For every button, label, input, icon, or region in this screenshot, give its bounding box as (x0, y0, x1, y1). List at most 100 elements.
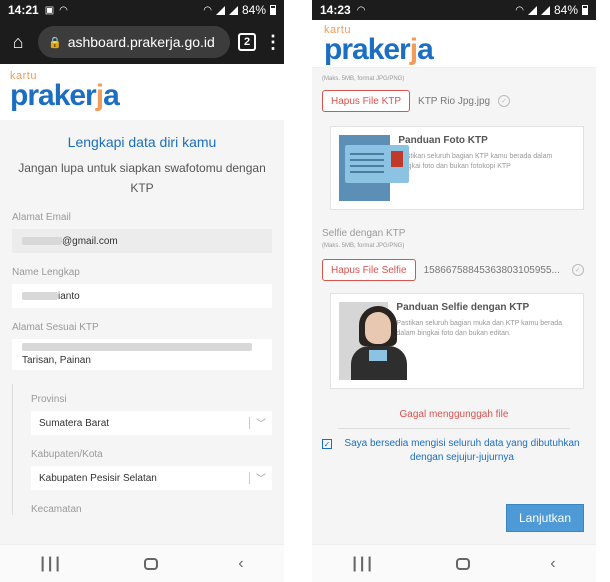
chevron-down-icon: ﹀ (256, 474, 266, 485)
battery-percent: 84% (553, 3, 578, 17)
redacted-text (22, 292, 58, 300)
province-select[interactable]: Sumatera Barat ﹀ (31, 411, 272, 435)
province-value: Sumatera Barat (39, 417, 110, 429)
logo-brand-j: j (95, 79, 104, 112)
selfie-guide-body: Panduan Selfie dengan KTP Pastikan selur… (396, 302, 575, 380)
cell-signal-icon (215, 5, 225, 15)
logo-header: kartu prakerja (312, 20, 596, 68)
selfie-size-note: (Maks. 5MB, format JPG/PNG) (322, 243, 405, 249)
personal-data-form: Lengkapi data diri kamu Jangan lupa untu… (0, 120, 284, 544)
agreement-text: Saya bersedia mengisi seluruh data yang … (344, 438, 580, 463)
email-value: @gmail.com (62, 235, 118, 247)
logo-brand: prakerja (324, 33, 584, 66)
logo-brand-b: ker (367, 33, 411, 66)
selfie-guide-title: Panduan Selfie dengan KTP (396, 302, 530, 313)
delete-selfie-file-button[interactable]: Hapus File Selfie (322, 259, 416, 281)
ktp-size-note: (Maks. 5MB, format JPG/PNG) (322, 76, 405, 82)
ktp-guide-body: Panduan Foto KTP Pastikan seluruh bagian… (398, 135, 575, 201)
select-separator (249, 417, 250, 429)
page-content: kartu prakerja Lengkapi data diri kamu J… (0, 64, 284, 544)
status-bar: 14:21 ▣ ◠ ◠ 84% (0, 0, 284, 20)
ktp-sample-image (339, 135, 409, 201)
province-label: Provinsi (31, 394, 67, 405)
selfie-ktp-card (369, 350, 387, 361)
lock-icon: 🔒 (48, 36, 62, 49)
status-right: ◠ 84% (203, 0, 276, 20)
ktp-photo (391, 151, 403, 167)
android-nav-bar: ||| ‹ (312, 544, 596, 582)
wifi-icon: ◠ (356, 4, 366, 16)
status-time: 14:23 (320, 3, 351, 17)
prakerja-logo: kartu prakerja (10, 70, 274, 112)
regency-label: Kabupaten/Kota (31, 449, 103, 460)
cell-signal-2-icon (228, 5, 238, 15)
battery-icon (270, 5, 276, 15)
logo-brand-a: pra (324, 33, 369, 66)
wifi-signal-icon: ◠ (203, 4, 212, 16)
district-label: Kecamatan (31, 504, 82, 515)
name-field[interactable]: ianto (12, 284, 272, 308)
selfie-guide-text: Pastikan seluruh bagian muka dan KTP kam… (396, 320, 563, 337)
recent-apps-icon[interactable]: ||| (352, 555, 374, 573)
check-icon: ✓ (571, 264, 584, 276)
wifi-signal-icon: ◠ (515, 4, 524, 16)
battery-percent: 84% (241, 3, 266, 17)
ktp-line (350, 153, 384, 155)
agreement-row: ✓ Saya bersedia mengisi seluruh data yan… (322, 437, 584, 465)
recent-apps-icon[interactable]: ||| (40, 555, 62, 573)
selfie-sample-image (339, 302, 407, 380)
home-button-icon[interactable] (455, 557, 470, 570)
logo-brand: prakerja (10, 79, 274, 112)
address-field[interactable]: Tarisan, Painan (12, 339, 272, 370)
email-field[interactable]: @gmail.com (12, 229, 272, 253)
more-menu-icon[interactable]: ⋮ (264, 32, 282, 53)
delete-ktp-file-button[interactable]: Hapus File KTP (322, 90, 411, 112)
home-button-icon[interactable] (143, 557, 158, 570)
ktp-file-row: Hapus File KTP KTP Rio Jpg.jpg ✓ (322, 90, 586, 112)
cell-signal-icon (527, 5, 537, 15)
chevron-down-icon: ﹀ (256, 419, 266, 430)
home-icon[interactable]: ⌂ (6, 32, 30, 53)
name-label: Name Lengkap (12, 267, 80, 278)
wifi-icon: ◠ (59, 4, 68, 16)
divider (338, 428, 570, 429)
back-icon[interactable]: ‹ (238, 555, 243, 573)
selfie-file-row: Hapus File Selfie 1586675884536380310595… (322, 259, 586, 281)
gallery-icon: ▣ (44, 4, 55, 16)
status-right: ◠ 84% (515, 0, 588, 20)
regency-select[interactable]: Kabupaten Pesisir Selatan ﹀ (31, 466, 272, 490)
notification-icons: ◠ (357, 5, 366, 16)
selfie-label: Selfie dengan KTP (322, 228, 406, 239)
name-value: ianto (58, 290, 80, 302)
redacted-text (22, 343, 252, 351)
ktp-line (350, 159, 384, 161)
address-label: Alamat Sesuai KTP (12, 322, 99, 333)
selfie-guide-card: Panduan Selfie dengan KTP Pastikan selur… (330, 293, 584, 389)
email-label: Alamat Email (12, 212, 71, 223)
logo-brand-b: ker (53, 79, 97, 112)
ktp-line (350, 165, 384, 167)
address-bar[interactable]: 🔒 ashboard.prakerja.go.id (38, 26, 230, 58)
regency-value: Kabupaten Pesisir Selatan (39, 472, 157, 484)
upload-section: (Maks. 5MB, format JPG/PNG) Hapus File K… (312, 68, 596, 544)
tab-switcher-button[interactable]: 2 (238, 33, 256, 51)
form-title: Lengkapi data diri kamu (67, 134, 217, 150)
address-value: Tarisan, Painan (22, 355, 91, 366)
agreement-checkbox[interactable]: ✓ (322, 439, 332, 449)
logo-header: kartu prakerja (0, 64, 284, 120)
continue-button[interactable]: Lanjutkan (506, 504, 584, 532)
form-subtitle: Jangan lupa untuk siapkan swafotomu deng… (18, 161, 266, 195)
notification-icons: ▣ ◠ (45, 5, 68, 16)
right-phone-screen: 14:23 ◠ ◠ 84% kartu prakerja (Maks. 5MB,… (312, 0, 596, 582)
android-nav-bar: ||| ‹ (0, 544, 284, 582)
ktp-line (350, 171, 384, 173)
battery-icon (582, 5, 588, 15)
selfie-file-name: 15866758845363803105955... (423, 264, 560, 276)
status-time: 14:21 (8, 3, 39, 17)
back-icon[interactable]: ‹ (550, 555, 555, 573)
status-bar: 14:23 ◠ ◠ 84% (312, 0, 596, 20)
ktp-guide-title: Panduan Foto KTP (398, 135, 488, 146)
prakerja-logo: kartu prakerja (324, 24, 584, 66)
cell-signal-2-icon (540, 5, 550, 15)
redacted-text (22, 237, 62, 245)
